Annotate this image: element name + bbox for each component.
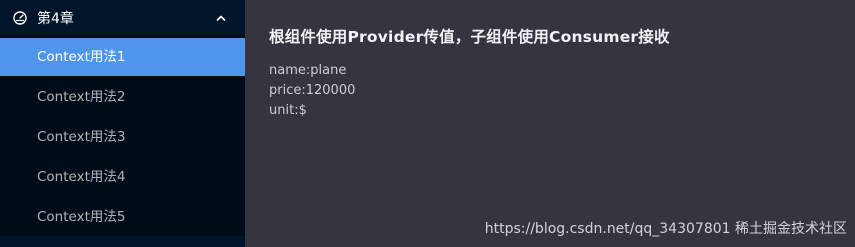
name-line: name:plane bbox=[269, 63, 347, 78]
menu-item-context-5[interactable]: Context用法5 bbox=[0, 198, 245, 236]
main-content: 根组件使用Provider传值，子组件使用Consumer接收 name:pla… bbox=[245, 0, 855, 247]
unit-line: unit:$ bbox=[269, 103, 307, 118]
dashboard-icon bbox=[12, 10, 28, 26]
sidebar: 第4章 Context用法1 Context用法2 Context用法3 Con… bbox=[0, 0, 245, 247]
menu-item-context-1[interactable]: Context用法1 bbox=[0, 38, 245, 76]
submenu-title-label: 第4章 bbox=[37, 11, 74, 27]
menu-item-context-4[interactable]: Context用法4 bbox=[0, 158, 245, 196]
menu-item-context-3[interactable]: Context用法3 bbox=[0, 118, 245, 156]
menu-item-context-2[interactable]: Context用法2 bbox=[0, 78, 245, 116]
submenu-chapter-4[interactable]: 第4章 bbox=[0, 0, 245, 36]
watermark: https://blog.csdn.net/qq_34307801 稀土掘金技术… bbox=[484, 221, 847, 237]
chevron-up-icon bbox=[215, 12, 227, 24]
price-line: price:120000 bbox=[269, 83, 356, 98]
page-title: 根组件使用Provider传值，子组件使用Consumer接收 bbox=[269, 28, 670, 46]
submenu-items: Context用法1 Context用法2 Context用法3 Context… bbox=[0, 36, 245, 236]
